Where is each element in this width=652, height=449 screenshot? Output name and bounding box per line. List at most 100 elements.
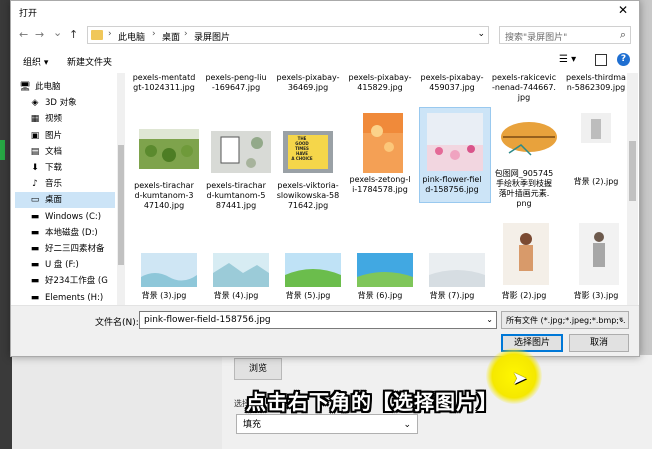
documents-icon: ▤ (30, 146, 40, 157)
file-item-label[interactable]: pexels-pixabay- 415829.jpg (345, 73, 415, 93)
close-icon[interactable]: ✕ (613, 3, 633, 17)
file-item-label[interactable]: 背影 (3).jpg (561, 291, 627, 301)
organize-menu[interactable]: 组织 ▾ (23, 55, 48, 68)
file-list-scrollbar[interactable] (627, 73, 638, 305)
forward-arrow-icon[interactable]: → (35, 28, 44, 41)
scrollbar-thumb[interactable] (118, 145, 124, 265)
fit-select[interactable]: 填充 ⌄ (236, 414, 418, 434)
file-item-label[interactable]: pink-flower-fiel d-158756.jpg (417, 175, 487, 195)
sidebar-item[interactable]: ▬ Windows (C:) (15, 209, 115, 225)
cancel-button[interactable]: 取消 (569, 334, 629, 352)
file-item-label[interactable]: 背景 (5).jpg (273, 291, 343, 301)
folder-icon (91, 30, 103, 40)
back-arrow-icon[interactable]: ← (19, 28, 28, 41)
address-bar[interactable]: › 此电脑 › 桌面 › 录屏图片 ⌄ (87, 26, 489, 44)
filetype-value: 所有文件 (*.jpg;*.jpeg;*.bmp;*. (506, 316, 626, 325)
sidebar-item[interactable]: ◈ 3D 对象 (15, 95, 115, 111)
sidebar-item-label: 好二三四素材备 (45, 244, 105, 254)
file-thumbnail[interactable] (503, 223, 549, 285)
sidebar-item-label: 此电脑 (35, 82, 61, 92)
file-item-label[interactable]: 背景 (7).jpg (417, 291, 487, 301)
breadcrumb-screen-recording-images[interactable]: 录屏图片 (194, 30, 230, 43)
sidebar-item-label: U 盘 (F:) (45, 260, 79, 271)
sidebar-item[interactable]: ▬ 好二三四素材备 (15, 241, 115, 257)
file-thumbnail[interactable] (141, 253, 197, 287)
navigation-pane-scrollbar[interactable] (117, 73, 125, 305)
file-item-label[interactable]: 背景 (2).jpg (561, 177, 627, 187)
file-item-label[interactable]: pexels-viktoria- slowikowska-58 71642.jp… (273, 181, 343, 211)
file-thumbnail[interactable] (363, 113, 403, 173)
sidebar-item[interactable]: ▤ 文档 (15, 144, 115, 160)
sidebar-item[interactable]: ▦ 视频 (15, 111, 115, 127)
browse-button[interactable]: 浏览 (234, 358, 282, 380)
file-item-label[interactable]: pexels-mentatd gt-1024311.jpg (129, 73, 199, 93)
sidebar-item[interactable]: ⬇ 下载 (15, 160, 115, 176)
file-thumbnail[interactable] (581, 113, 611, 143)
video-subtitle: 点击右下角的【选择图片】 (246, 390, 498, 414)
sidebar-item-label: 图片 (45, 130, 63, 141)
file-thumbnail[interactable] (213, 253, 269, 287)
file-thumbnail[interactable] (579, 223, 619, 285)
sidebar-item[interactable]: ▬ 本地磁盘 (D:) (15, 225, 115, 241)
file-thumbnail[interactable] (285, 253, 341, 287)
view-options-icon[interactable]: ☰ ▾ (559, 54, 576, 65)
chevron-down-icon[interactable]: ⌄ (477, 29, 485, 39)
command-bar: 组织 ▾ 新建文件夹 ☰ ▾ ? (11, 51, 639, 71)
preview-pane-icon[interactable] (595, 54, 607, 66)
chevron-right-icon[interactable]: › (152, 29, 156, 39)
drive-icon: ▬ (30, 227, 40, 238)
sidebar-item[interactable]: ▬ 好234工作盘 (G (15, 273, 115, 289)
sidebar-item-label: 视频 (45, 114, 63, 125)
search-box[interactable]: 搜索"录屏图片" ⌕ (499, 26, 631, 44)
file-item-label[interactable]: pexels-peng-liu -169647.jpg (201, 73, 271, 93)
file-item-label[interactable]: pexels-thirdma n-5862309.jpg (561, 73, 627, 93)
open-file-dialog: 打开 ✕ ← → ⌄ ↑ › 此电脑 › 桌面 › 录屏图片 ⌄ 搜索"录屏图片… (10, 0, 640, 357)
file-item-label[interactable]: pexels-rakicevic -nenad-744667. jpg (489, 73, 559, 103)
file-item-label[interactable]: pexels-pixabay- 459037.jpg (417, 73, 487, 93)
filename-value: pink-flower-field-158756.jpg (144, 315, 271, 325)
file-thumbnail[interactable] (427, 113, 483, 171)
file-thumbnail[interactable] (211, 131, 271, 173)
recent-locations-icon[interactable]: ⌄ (53, 26, 62, 39)
file-item-label[interactable]: pexels-tirachar d-kumtanom-3 47140.jpg (129, 181, 199, 211)
search-icon[interactable]: ⌕ (620, 28, 626, 42)
sidebar-item[interactable]: ▣ 图片 (15, 128, 115, 144)
sidebar-item-label: 本地磁盘 (D:) (45, 227, 98, 238)
file-thumbnail[interactable] (497, 115, 561, 163)
dialog-titlebar: 打开 ✕ (11, 1, 639, 23)
file-item-label[interactable]: 背影 (2).jpg (489, 291, 559, 301)
music-icon: ♪ (32, 179, 38, 190)
file-item-label[interactable]: pexels-pixabay- 36469.jpg (273, 73, 343, 93)
file-item-label[interactable]: 包图网_905745 手绘秋季到枝握 落叶插画元素. png (489, 169, 559, 209)
breadcrumb-this-pc[interactable]: 此电脑 (118, 30, 145, 43)
file-item-label[interactable]: 背景 (4).jpg (201, 291, 271, 301)
3d-objects-icon: ◈ (31, 98, 39, 109)
chevron-right-icon[interactable]: › (108, 29, 112, 39)
sidebar-item[interactable]: ▬ Elements (H:) (15, 290, 115, 306)
breadcrumb-desktop[interactable]: 桌面 (162, 30, 180, 43)
new-folder-button[interactable]: 新建文件夹 (67, 55, 112, 68)
file-thumbnail[interactable] (357, 253, 413, 287)
search-placeholder: 搜索"录屏图片" (505, 33, 568, 43)
fit-select-value: 填充 (243, 420, 262, 430)
chevron-down-icon[interactable]: ⌄ (486, 315, 493, 324)
file-item-label[interactable]: 背景 (6).jpg (345, 291, 415, 301)
file-item-label[interactable]: pexels-tirachar d-kumtanom-5 87441.jpg (201, 181, 271, 211)
sidebar-item[interactable]: ♪ 音乐 (15, 176, 115, 192)
up-arrow-icon[interactable]: ↑ (69, 28, 78, 41)
dialog-footer: 文件名(N): pink-flower-field-158756.jpg ⌄ 所… (11, 305, 639, 356)
sidebar-item[interactable]: ▬ U 盘 (F:) (15, 257, 115, 273)
filetype-select[interactable]: 所有文件 (*.jpg;*.jpeg;*.bmp;*. ⌄ (501, 311, 629, 329)
help-icon[interactable]: ? (617, 53, 630, 66)
file-thumbnail[interactable] (139, 129, 199, 169)
sidebar-item-label: 文档 (45, 146, 63, 157)
filename-input[interactable]: pink-flower-field-158756.jpg ⌄ (139, 311, 497, 329)
chevron-right-icon[interactable]: › (184, 29, 188, 39)
file-item-label[interactable]: 背景 (3).jpg (129, 291, 199, 301)
video-icon: ▦ (30, 114, 40, 125)
file-item-label[interactable]: pexels-zetong-l i-1784578.jpg (345, 175, 415, 195)
scrollbar-thumb[interactable] (629, 141, 636, 201)
file-thumbnail[interactable] (429, 253, 485, 287)
sidebar-item[interactable]: 🖥 此电脑 (15, 79, 115, 95)
sidebar-item[interactable]: ▭ 桌面 (15, 192, 115, 209)
